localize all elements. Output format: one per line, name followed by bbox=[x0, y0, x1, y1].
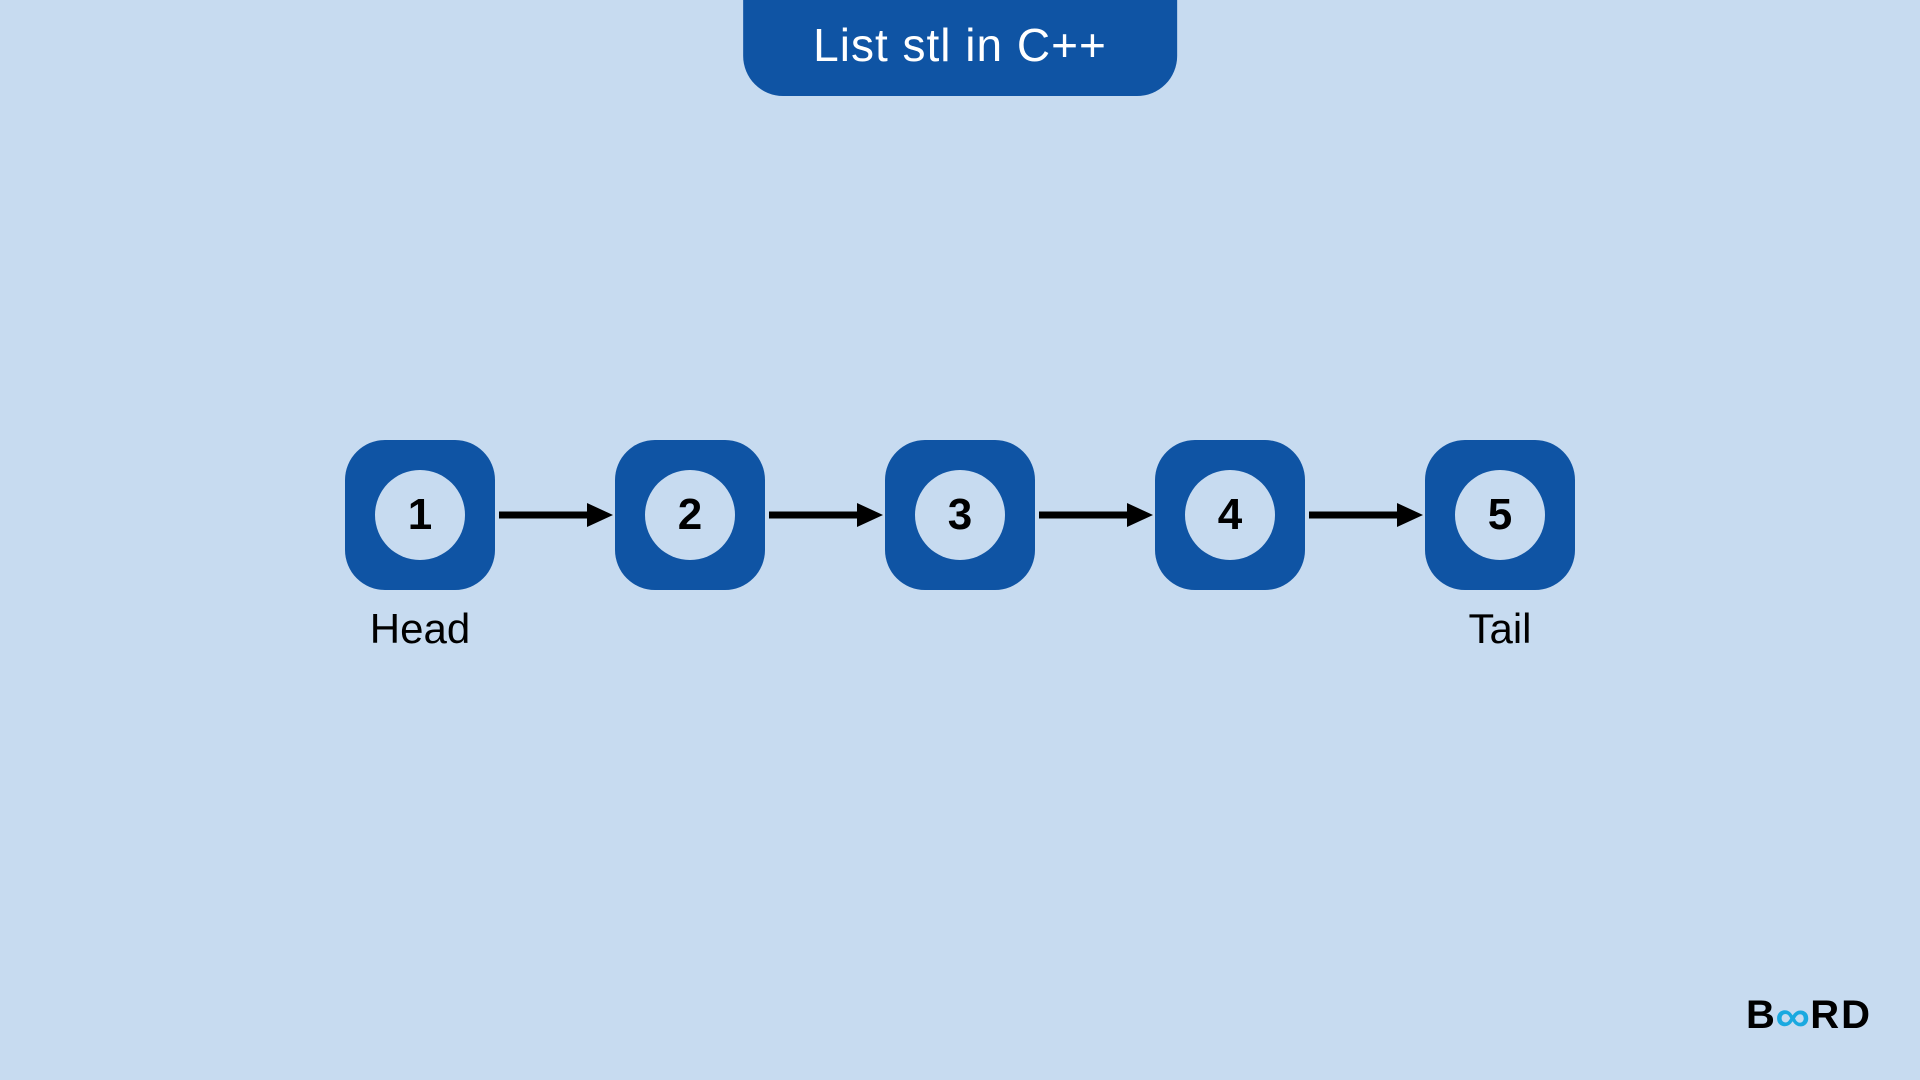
node-3: 3 bbox=[885, 440, 1035, 590]
logo-left: B bbox=[1746, 993, 1777, 1038]
arrow-4 bbox=[1305, 440, 1425, 590]
node-2-wrap: 2 bbox=[615, 440, 765, 590]
node-3-value: 3 bbox=[915, 470, 1005, 560]
node-2-value: 2 bbox=[645, 470, 735, 560]
node-5-label: Tail bbox=[1468, 605, 1531, 653]
infinity-icon: ∞ bbox=[1775, 992, 1812, 1042]
node-2: 2 bbox=[615, 440, 765, 590]
arrow-1 bbox=[495, 440, 615, 590]
node-4-wrap: 4 bbox=[1155, 440, 1305, 590]
arrow-icon bbox=[1035, 500, 1155, 530]
node-3-wrap: 3 bbox=[885, 440, 1035, 590]
node-1-label: Head bbox=[370, 605, 470, 653]
logo-right: RD bbox=[1810, 993, 1872, 1038]
node-1-wrap: 1 Head bbox=[345, 440, 495, 590]
arrow-icon bbox=[1305, 500, 1425, 530]
arrow-icon bbox=[765, 500, 885, 530]
brand-logo: B∞RD bbox=[1746, 990, 1872, 1040]
arrow-icon bbox=[495, 500, 615, 530]
node-5: 5 bbox=[1425, 440, 1575, 590]
node-4: 4 bbox=[1155, 440, 1305, 590]
node-5-wrap: 5 Tail bbox=[1425, 440, 1575, 590]
arrow-2 bbox=[765, 440, 885, 590]
linked-list-diagram: 1 Head 2 3 4 bbox=[0, 440, 1920, 590]
node-4-value: 4 bbox=[1185, 470, 1275, 560]
title-pill: List stl in C++ bbox=[743, 0, 1177, 96]
arrow-3 bbox=[1035, 440, 1155, 590]
title-text: List stl in C++ bbox=[813, 19, 1107, 71]
node-5-value: 5 bbox=[1455, 470, 1545, 560]
node-1: 1 bbox=[345, 440, 495, 590]
node-1-value: 1 bbox=[375, 470, 465, 560]
